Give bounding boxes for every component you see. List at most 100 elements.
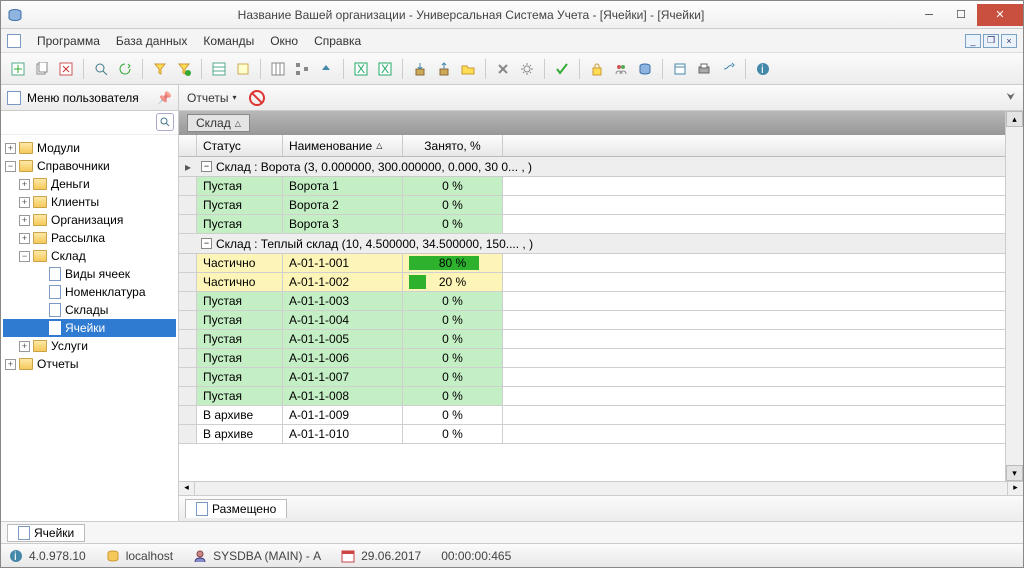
tool-up-icon[interactable] bbox=[315, 58, 337, 80]
wintab-cells[interactable]: Ячейки bbox=[7, 524, 85, 542]
minimize-button[interactable]: ─ bbox=[913, 4, 945, 26]
node-celltypes[interactable]: Виды ячеек bbox=[3, 265, 176, 283]
status-date: 29.06.2017 bbox=[341, 549, 421, 563]
tool-excel-icon[interactable]: X bbox=[350, 58, 372, 80]
statusbar: i4.0.978.10 localhost SYSDBA (MAIN) - А … bbox=[1, 543, 1023, 567]
menu-help[interactable]: Справка bbox=[306, 32, 369, 50]
tool-delete-icon[interactable] bbox=[55, 58, 77, 80]
status-time: 00:00:00:465 bbox=[441, 549, 511, 563]
node-warehouses[interactable]: Склады bbox=[3, 301, 176, 319]
reports-dropdown[interactable]: Отчеты▾ bbox=[187, 91, 237, 105]
col-pct[interactable]: Занято, % bbox=[403, 135, 503, 156]
node-org[interactable]: +Организация bbox=[3, 211, 176, 229]
tool-tree-icon[interactable] bbox=[291, 58, 313, 80]
tool-filter-icon[interactable] bbox=[149, 58, 171, 80]
doc-icon bbox=[7, 91, 21, 105]
tool-form-icon[interactable] bbox=[669, 58, 691, 80]
table-row[interactable]: ЧастичноА-01-1-00180 % bbox=[179, 254, 1005, 273]
tool-import-icon[interactable] bbox=[409, 58, 431, 80]
table-row[interactable]: В архивеА-01-1-0090 % bbox=[179, 406, 1005, 425]
node-reports[interactable]: +Отчеты bbox=[3, 355, 176, 373]
grid: Склад△ Статус Наименование△ Занято, % ▸−… bbox=[179, 111, 1005, 481]
scroll-down-icon[interactable]: ▾ bbox=[1006, 465, 1023, 481]
tool-gear-icon[interactable] bbox=[516, 58, 538, 80]
group-panel[interactable]: Склад△ bbox=[179, 111, 1005, 135]
tool-check-icon[interactable] bbox=[551, 58, 573, 80]
tool-excel2-icon[interactable]: X bbox=[374, 58, 396, 80]
left-search bbox=[1, 111, 178, 135]
mdi-buttons: _ ❐ × bbox=[965, 34, 1017, 48]
table-row[interactable]: ПустаяА-01-1-0040 % bbox=[179, 311, 1005, 330]
node-cells[interactable]: Ячейки bbox=[3, 319, 176, 337]
svg-text:i: i bbox=[761, 62, 764, 76]
node-references[interactable]: −Справочники bbox=[3, 157, 176, 175]
reports-toolbar: Отчеты▾ ⮟ bbox=[179, 85, 1023, 111]
menu-database[interactable]: База данных bbox=[108, 32, 195, 50]
column-headers: Статус Наименование△ Занято, % bbox=[179, 135, 1005, 157]
node-money[interactable]: +Деньги bbox=[3, 175, 176, 193]
tool-users-icon[interactable] bbox=[610, 58, 632, 80]
status-version: i4.0.978.10 bbox=[9, 549, 86, 563]
mdi-min-button[interactable]: _ bbox=[965, 34, 981, 48]
tool-note-icon[interactable] bbox=[232, 58, 254, 80]
app-icon bbox=[7, 7, 23, 23]
maximize-button[interactable]: ☐ bbox=[945, 4, 977, 26]
table-row[interactable]: ПустаяА-01-1-0080 % bbox=[179, 387, 1005, 406]
cancel-icon[interactable] bbox=[249, 90, 265, 106]
horizontal-scrollbar[interactable]: ◂ ▸ bbox=[179, 481, 1023, 495]
tool-folder-icon[interactable] bbox=[457, 58, 479, 80]
window-buttons: ─ ☐ ✕ bbox=[913, 4, 1023, 26]
tool-add-icon[interactable] bbox=[7, 58, 29, 80]
tool-settings-icon[interactable] bbox=[492, 58, 514, 80]
table-row[interactable]: ПустаяВорота 30 % bbox=[179, 215, 1005, 234]
tool-filter2-icon[interactable] bbox=[173, 58, 195, 80]
tool-db-icon[interactable] bbox=[634, 58, 656, 80]
col-name[interactable]: Наименование△ bbox=[283, 135, 403, 156]
close-button[interactable]: ✕ bbox=[977, 4, 1023, 26]
menu-window[interactable]: Окно bbox=[262, 32, 306, 50]
table-row[interactable]: ПустаяА-01-1-0050 % bbox=[179, 330, 1005, 349]
tool-share-icon[interactable] bbox=[717, 58, 739, 80]
table-row[interactable]: ПустаяВорота 10 % bbox=[179, 177, 1005, 196]
tool-cols-icon[interactable] bbox=[267, 58, 289, 80]
tool-print-icon[interactable] bbox=[693, 58, 715, 80]
tool-lock-icon[interactable] bbox=[586, 58, 608, 80]
mdi-close-button[interactable]: × bbox=[1001, 34, 1017, 48]
nav-tree: +Модули −Справочники +Деньги +Клиенты +О… bbox=[1, 135, 178, 521]
table-row[interactable]: ЧастичноА-01-1-00220 % bbox=[179, 273, 1005, 292]
node-warehouse[interactable]: −Склад bbox=[3, 247, 176, 265]
titlebar: Название Вашей организации - Универсальн… bbox=[1, 1, 1023, 29]
group-header-2[interactable]: −Склад : Теплый склад (10, 4.500000, 34.… bbox=[179, 234, 1005, 254]
expand-icon[interactable]: ⮟ bbox=[1007, 92, 1016, 103]
pin-icon[interactable]: 📌 bbox=[157, 91, 172, 105]
svg-text:X: X bbox=[357, 62, 365, 76]
menu-commands[interactable]: Команды bbox=[195, 32, 262, 50]
group-field[interactable]: Склад△ bbox=[187, 114, 250, 132]
table-row[interactable]: ПустаяА-01-1-0070 % bbox=[179, 368, 1005, 387]
vertical-scrollbar[interactable]: ▴ ▾ bbox=[1005, 111, 1023, 481]
tool-copy-icon[interactable] bbox=[31, 58, 53, 80]
node-mail[interactable]: +Рассылка bbox=[3, 229, 176, 247]
menu-program[interactable]: Программа bbox=[29, 32, 108, 50]
node-modules[interactable]: +Модули bbox=[3, 139, 176, 157]
node-nomen[interactable]: Номенклатура bbox=[3, 283, 176, 301]
tool-info-icon[interactable]: i bbox=[752, 58, 774, 80]
col-status[interactable]: Статус bbox=[197, 135, 283, 156]
bottom-tabs: Размещено bbox=[179, 495, 1023, 521]
tab-placed[interactable]: Размещено bbox=[185, 499, 287, 518]
right-pane: Отчеты▾ ⮟ Склад△ Статус Наименование△ За… bbox=[179, 85, 1023, 521]
table-row[interactable]: ПустаяА-01-1-0060 % bbox=[179, 349, 1005, 368]
group-header-1[interactable]: ▸−Склад : Ворота (3, 0.000000, 300.00000… bbox=[179, 157, 1005, 177]
table-row[interactable]: В архивеА-01-1-0100 % bbox=[179, 425, 1005, 444]
table-row[interactable]: ПустаяА-01-1-0030 % bbox=[179, 292, 1005, 311]
node-services[interactable]: +Услуги bbox=[3, 337, 176, 355]
tool-refresh-icon[interactable] bbox=[114, 58, 136, 80]
tool-search-icon[interactable] bbox=[90, 58, 112, 80]
search-icon[interactable] bbox=[156, 113, 174, 131]
table-row[interactable]: ПустаяВорота 20 % bbox=[179, 196, 1005, 215]
scroll-up-icon[interactable]: ▴ bbox=[1006, 111, 1023, 127]
node-clients[interactable]: +Клиенты bbox=[3, 193, 176, 211]
tool-export-icon[interactable] bbox=[433, 58, 455, 80]
tool-grid1-icon[interactable] bbox=[208, 58, 230, 80]
mdi-restore-button[interactable]: ❐ bbox=[983, 34, 999, 48]
